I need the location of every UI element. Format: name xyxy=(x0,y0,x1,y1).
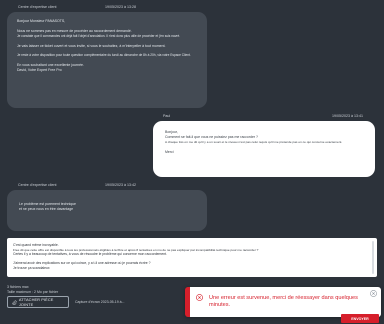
message-author: Centre d'expertise client xyxy=(18,183,57,187)
message-author: Paul xyxy=(163,114,171,118)
paperclip-icon xyxy=(12,299,17,305)
message-timestamp: 19/05/2023 à 13:42 xyxy=(105,183,136,187)
attach-file-label: ATTACHER PIÈCE JOINTE xyxy=(18,297,54,307)
error-toast: Une erreur est survenue, merci de réessa… xyxy=(185,287,381,317)
message-line: David, Votre Expert Free Pro xyxy=(17,68,62,72)
message-bubble-agent: Le problème est purement technique et ne… xyxy=(7,190,207,231)
compose-scrollbar[interactable] xyxy=(372,241,374,274)
message-bubble-user: Bonjour, Comment se fait-il que vous ne … xyxy=(153,121,375,177)
message-timestamp: 19/05/2023 à 13:41 xyxy=(332,114,363,118)
message-line: Merci xyxy=(165,149,174,154)
send-button[interactable]: ENVOYER xyxy=(341,314,379,323)
attachment-limits: Taille maximum : 2 Mo par fichier xyxy=(7,290,58,294)
message-author: Centre d'expertise client xyxy=(18,5,57,9)
attached-file-name: Capture d'écran 2023-05-19 à... xyxy=(75,300,125,304)
message-bubble-agent: Bonjour Monsieur PANASOTS, Nous ne somme… xyxy=(7,12,207,108)
message-header: Centre d'expertise client 19/05/2023 à 1… xyxy=(18,183,136,187)
close-icon[interactable] xyxy=(370,290,377,297)
message-line: Je reste à votre disposition pour toute … xyxy=(17,53,191,58)
attachment-size-limit: Taille maximum : 2 Mo par fichier xyxy=(7,290,59,294)
message-line: et ne peux nous en être davantage xyxy=(19,206,74,211)
error-toast-message: Une erreur est survenue, merci de réessa… xyxy=(209,295,358,308)
message-line: A chaque fois on me dit qu'il y a un sou… xyxy=(165,139,343,144)
message-header: Paul 19/05/2023 à 13:41 xyxy=(163,114,363,118)
message-line: Je constate que il commandes ont déjà fa… xyxy=(17,33,181,38)
support-ticket-page: Centre d'expertise client 19/05/2023 à 1… xyxy=(0,0,384,324)
attach-file-button[interactable]: ATTACHER PIÈCE JOINTE xyxy=(7,296,69,308)
attachment-count-limit: 3 fichiers max xyxy=(7,285,29,289)
message-header: Centre d'expertise client 19/05/2023 à 1… xyxy=(18,5,136,9)
message-timestamp: 19/05/2023 à 13:28 xyxy=(105,5,136,9)
message-compose-textarea[interactable]: C'est quand même incroyable. Free dit qu… xyxy=(7,238,377,277)
compose-line: Je trouve ça scandaleux xyxy=(13,265,50,270)
error-icon xyxy=(196,294,203,301)
